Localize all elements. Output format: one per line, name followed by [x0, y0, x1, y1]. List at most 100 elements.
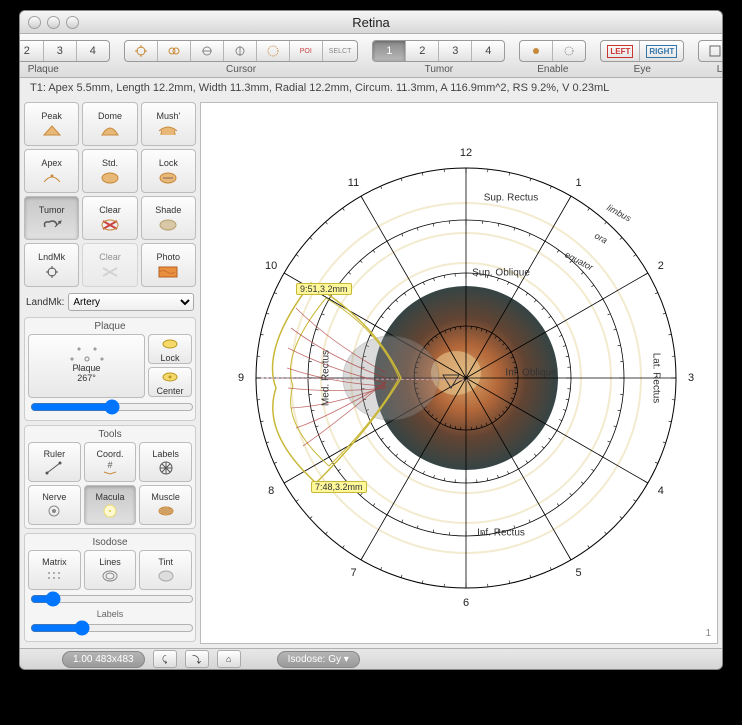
- tumor-2-button[interactable]: 2: [406, 41, 439, 61]
- enable-btn-2[interactable]: [553, 41, 585, 61]
- isodose-header: Isodose: [28, 537, 192, 548]
- label-med-rectus: Med. Rectus: [321, 350, 332, 406]
- plaque-4-button[interactable]: 4: [77, 41, 109, 61]
- plaque-angle-widget[interactable]: Plaque 267°: [28, 334, 145, 398]
- apex-icon: [41, 169, 63, 185]
- nerve-icon: [43, 503, 65, 519]
- cursor-btn-5[interactable]: [257, 41, 290, 61]
- tool-muscle-button[interactable]: Muscle: [139, 485, 192, 525]
- landmk-label: LandMk:: [26, 297, 64, 308]
- tumor-group-label: Tumor: [425, 64, 454, 75]
- tool-macula-button[interactable]: Macula: [84, 485, 137, 525]
- toolbar-group-enable: Enable: [519, 40, 586, 75]
- center-icon: [159, 369, 181, 385]
- tool-tint-button[interactable]: Tint: [139, 550, 192, 590]
- lock-icon: [159, 336, 181, 352]
- tumor-1-button[interactable]: 1: [373, 41, 406, 61]
- matrix-icon: [43, 568, 65, 584]
- lines-icon: [99, 568, 121, 584]
- plaque-2-button[interactable]: 2: [19, 41, 44, 61]
- window-title: Retina: [20, 15, 722, 30]
- landmk-select[interactable]: Artery: [68, 293, 194, 311]
- status-bar: 1.00 483x483 ⤹ ⤵ ⌂ Isodose: Gy ▾: [20, 648, 722, 669]
- palette-clear-button[interactable]: Clear: [82, 196, 137, 240]
- eye-right-button[interactable]: RIGHT: [640, 41, 683, 61]
- palette-shade-button[interactable]: Shade: [141, 196, 196, 240]
- palette-lndmk-button[interactable]: LndMk: [24, 243, 79, 287]
- labels-icon: [155, 460, 177, 476]
- mush-icon: [157, 122, 179, 138]
- palette-std-button[interactable]: Std.: [82, 149, 137, 193]
- cursor-btn-1[interactable]: [125, 41, 158, 61]
- retina-chart-svg: [201, 103, 711, 643]
- tool-ruler-button[interactable]: Ruler: [28, 442, 81, 482]
- tool-lines-button[interactable]: Lines: [84, 550, 137, 590]
- zoom-in-button[interactable]: ⤵: [185, 650, 209, 668]
- layout-group-label: Layout: [717, 64, 723, 75]
- titlebar[interactable]: Retina: [20, 11, 722, 34]
- isodose-labels-label: Labels: [28, 609, 192, 619]
- toolbar-group-plaque: 1 2 3 4 Plaque: [19, 40, 110, 75]
- dome-icon: [99, 122, 121, 138]
- tool-matrix-button[interactable]: Matrix: [28, 550, 81, 590]
- landmk-row: LandMk: Artery: [24, 291, 196, 313]
- plaque-lock-button[interactable]: Lock: [148, 334, 192, 364]
- clock-11: 11: [348, 177, 359, 189]
- cursor-btn-3[interactable]: [191, 41, 224, 61]
- svg-text:#: #: [107, 460, 112, 470]
- palette-clear2-button[interactable]: Clear: [82, 243, 137, 287]
- cursor-btn-select[interactable]: SELCT: [323, 41, 358, 61]
- palette-tumor-button[interactable]: Tumor: [24, 196, 79, 240]
- photo-icon: [157, 263, 179, 279]
- tools-header: Tools: [28, 429, 192, 440]
- cursor-btn-2[interactable]: [158, 41, 191, 61]
- clock-12: 12: [460, 147, 472, 159]
- clock-2: 2: [658, 260, 664, 272]
- palette-lock-button[interactable]: Lock: [141, 149, 196, 193]
- label-sup-rectus: Sup. Rectus: [484, 193, 538, 204]
- palette-apex-button[interactable]: Apex: [24, 149, 79, 193]
- measurement-tag-2[interactable]: 7:48,3.2mm: [311, 481, 367, 493]
- toolbar-group-eye: LEFT RIGHT Eye: [600, 40, 684, 75]
- tool-labels-button[interactable]: Labels: [139, 442, 192, 482]
- clear-icon: [99, 216, 121, 232]
- clock-1: 1: [575, 177, 581, 189]
- sidebar: PeakDomeMush'ApexStd.LockTumorClearShade…: [20, 98, 200, 648]
- toolbar-group-layout: Layout: [698, 40, 723, 75]
- tumor-4-button[interactable]: 4: [472, 41, 504, 61]
- isodose-slider-1[interactable]: [30, 592, 194, 606]
- palette-peak-button[interactable]: Peak: [24, 102, 79, 146]
- layout-single-button[interactable]: [699, 41, 723, 61]
- palette-dome-button[interactable]: Dome: [82, 102, 137, 146]
- eye-left-button[interactable]: LEFT: [601, 41, 640, 61]
- right-icon: RIGHT: [646, 45, 677, 58]
- std-icon: [99, 169, 121, 185]
- retina-canvas[interactable]: 121234567891011 Sup. Rectus Sup. Oblique…: [200, 102, 718, 644]
- tumor-3-button[interactable]: 3: [439, 41, 472, 61]
- palette-mush-button[interactable]: Mush': [141, 102, 196, 146]
- home-button[interactable]: ⌂: [217, 650, 241, 668]
- enable-btn-1[interactable]: [520, 41, 553, 61]
- zoom-readout[interactable]: 1.00 483x483: [62, 651, 145, 668]
- tool-coord-button[interactable]: Coord.#: [84, 442, 137, 482]
- plaque-header: Plaque: [28, 321, 192, 332]
- plaque-center-button[interactable]: Center: [148, 367, 192, 397]
- plaque-group-label: Plaque: [28, 64, 59, 75]
- label-lat-rectus: Lat. Rectus: [651, 353, 662, 404]
- isodose-slider-2[interactable]: [30, 621, 194, 635]
- zoom-out-button[interactable]: ⤹: [153, 650, 177, 668]
- plaque-slider[interactable]: [30, 400, 194, 414]
- measurement-tag-1[interactable]: 9:51,3.2mm: [296, 283, 352, 295]
- palette-photo-button[interactable]: Photo: [141, 243, 196, 287]
- cursor-btn-4[interactable]: [224, 41, 257, 61]
- cursor-group-label: Cursor: [226, 64, 256, 75]
- isodose-dropdown[interactable]: Isodose: Gy ▾: [277, 651, 360, 668]
- clock-6: 6: [463, 597, 469, 609]
- tool-nerve-button[interactable]: Nerve: [28, 485, 81, 525]
- shade-icon: [157, 216, 179, 232]
- eye-group-label: Eye: [634, 64, 651, 75]
- tumor-icon: [41, 216, 63, 232]
- cursor-btn-poi[interactable]: POI: [290, 41, 323, 61]
- plaque-3-button[interactable]: 3: [44, 41, 77, 61]
- enable-group-label: Enable: [537, 64, 568, 75]
